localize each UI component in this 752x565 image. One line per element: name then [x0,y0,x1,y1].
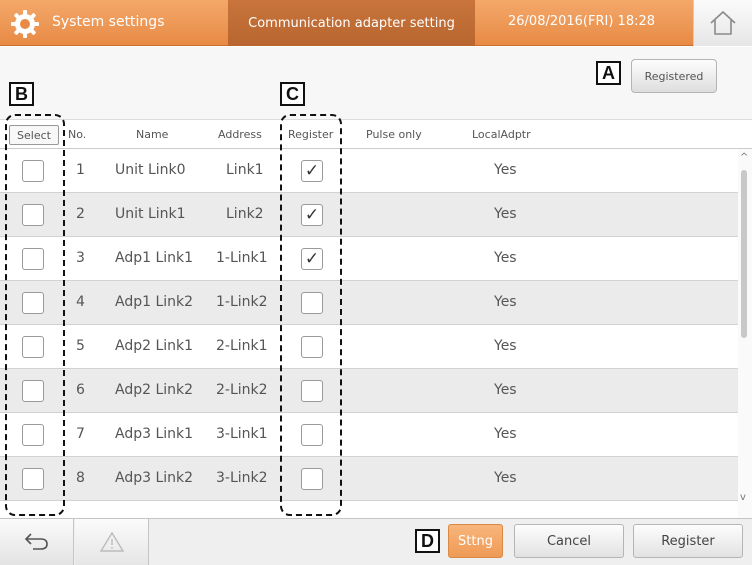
register-checkbox[interactable]: ✓ [301,248,323,270]
select-checkbox[interactable] [22,336,44,358]
screen-title-text: Communication adapter setting [248,15,455,31]
row-name: Adp1 Link1 [115,250,194,266]
register-checkbox[interactable] [301,424,323,446]
row-local-adptr: Yes [494,206,517,222]
table-row[interactable]: 7 Adp3 Link1 3-Link1 Yes [0,413,738,457]
row-no: 7 [76,426,85,442]
row-no: 8 [76,470,85,486]
cancel-button[interactable]: Cancel [514,524,624,558]
row-name: Adp2 Link2 [115,382,194,398]
app-title: System settings [52,14,165,30]
register-checkbox[interactable] [301,336,323,358]
scrollbar-thumb[interactable] [741,170,747,338]
row-name: Unit Link1 [115,206,186,222]
screen-title: Communication adapter setting [228,0,475,46]
table-row[interactable]: 4 Adp1 Link2 1-Link2 Yes [0,281,738,325]
col-local-adptr: LocalAdptr [472,128,531,141]
row-no: 1 [76,162,85,178]
row-address: Link1 [226,162,264,178]
column-header-row: Select No. Name Address Register Pulse o… [0,119,752,149]
home-button[interactable] [693,0,752,46]
row-name: Adp3 Link1 [115,426,194,442]
back-arrow-icon [24,533,48,550]
row-local-adptr: Yes [494,338,517,354]
table-row[interactable]: 6 Adp2 Link2 2-Link2 Yes [0,369,738,413]
home-icon [710,11,736,35]
row-address: 2-Link1 [216,338,268,354]
select-checkbox[interactable] [22,468,44,490]
row-address: 2-Link2 [216,382,268,398]
col-address: Address [218,128,262,141]
row-no: 4 [76,294,85,310]
col-no: No. [68,128,87,141]
select-checkbox[interactable] [22,160,44,182]
row-address: 3-Link2 [216,470,268,486]
sttng-button[interactable]: Sttng [448,524,503,558]
register-checkbox[interactable] [301,380,323,402]
select-checkbox[interactable] [22,292,44,314]
row-address: 3-Link1 [216,426,268,442]
select-checkbox[interactable] [22,424,44,446]
table-row[interactable]: 8 Adp3 Link2 3-Link2 Yes [0,457,738,501]
row-name: Adp1 Link2 [115,294,194,310]
row-name: Adp2 Link1 [115,338,194,354]
row-no: 2 [76,206,85,222]
row-address: 1-Link1 [216,250,268,266]
table-row[interactable]: 5 Adp2 Link1 2-Link1 Yes [0,325,738,369]
screen: System settings Communication adapter se… [0,0,752,565]
register-checkbox[interactable] [301,468,323,490]
scroll-down-icon[interactable]: v [740,492,746,503]
col-name: Name [136,128,169,141]
callout-d: D [415,529,440,553]
register-checkbox[interactable]: ✓ [301,204,323,226]
row-no: 6 [76,382,85,398]
table-row[interactable]: 3 Adp1 Link1 1-Link1 ✓ Yes [0,237,738,281]
table-row[interactable]: 1 Unit Link0 Link1 ✓ Yes [0,149,738,193]
row-local-adptr: Yes [494,426,517,442]
row-local-adptr: Yes [494,382,517,398]
register-checkbox[interactable]: ✓ [301,160,323,182]
row-address: 1-Link2 [216,294,268,310]
row-name: Adp3 Link2 [115,470,194,486]
row-name: Unit Link0 [115,162,186,178]
warning-button[interactable] [75,519,149,565]
row-address: Link2 [226,206,264,222]
checkmark-icon: ✓ [304,249,320,269]
adapter-table: 1 Unit Link0 Link1 ✓ Yes 2 Unit Link1 Li… [0,149,738,518]
row-local-adptr: Yes [494,162,517,178]
table-row[interactable]: 2 Unit Link1 Link2 ✓ Yes [0,193,738,237]
datetime: 26/08/2016(FRI) 18:28 [508,14,656,29]
checkmark-icon: ✓ [304,205,320,225]
back-button[interactable] [0,519,74,565]
row-local-adptr: Yes [494,294,517,310]
warning-icon [99,531,124,552]
col-register: Register [288,128,334,141]
callout-b: B [9,82,34,106]
checkmark-icon: ✓ [304,161,320,181]
register-checkbox[interactable] [301,292,323,314]
callout-a: A [596,61,621,85]
select-checkbox[interactable] [22,248,44,270]
select-column-button[interactable]: Select [9,125,59,145]
select-checkbox[interactable] [22,204,44,226]
row-divider [0,500,738,501]
register-button[interactable]: Register [633,524,743,558]
header-bar: System settings Communication adapter se… [0,0,752,46]
gear-icon[interactable] [10,9,40,39]
registered-button[interactable]: Registered [631,59,717,93]
row-no: 5 [76,338,85,354]
row-local-adptr: Yes [494,470,517,486]
col-pulse-only: Pulse only [366,128,422,141]
callout-c: C [280,82,305,106]
scroll-up-icon[interactable]: ^ [740,152,748,163]
row-no: 3 [76,250,85,266]
row-local-adptr: Yes [494,250,517,266]
select-checkbox[interactable] [22,380,44,402]
